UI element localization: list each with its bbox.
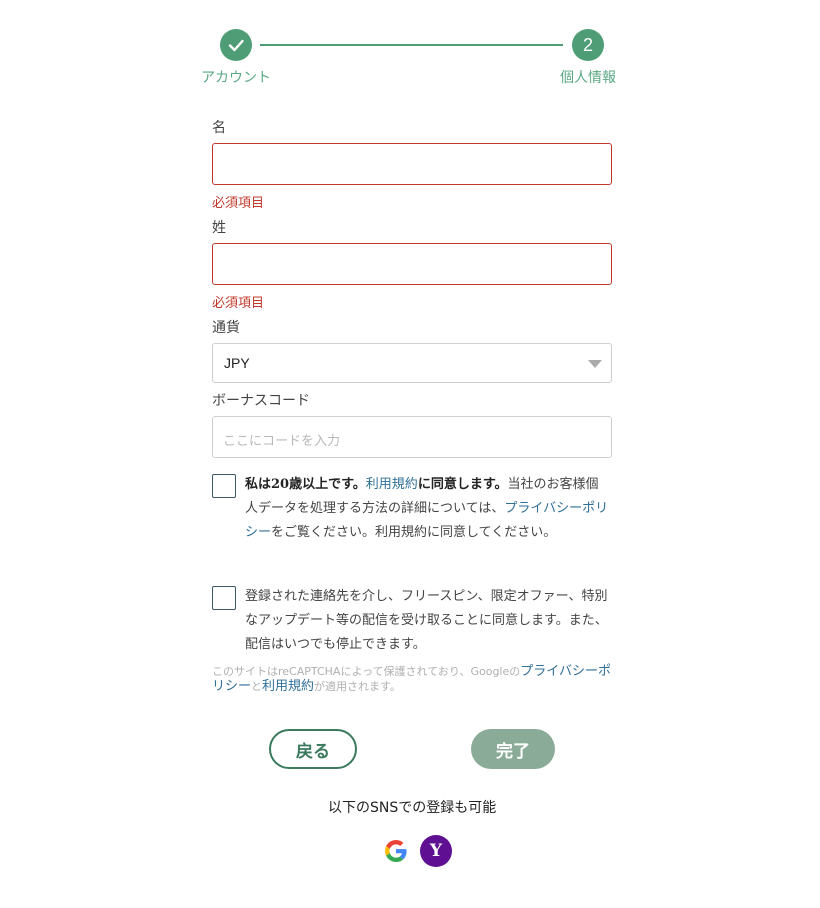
marketing-consent-checkbox[interactable] [212, 586, 236, 610]
age-terms-text: 私は20歳以上です。利用規約に同意します。当社のお客様個人データを処理する方法の… [245, 473, 609, 545]
recaptcha-text-2: と [251, 680, 263, 693]
yahoo-icon[interactable]: Y [420, 835, 452, 867]
first-name-label: 名 [212, 120, 226, 136]
step-2-number: 2 [572, 29, 604, 61]
complete-button[interactable]: 完了 [471, 729, 555, 769]
first-name-error: 必須項目 [212, 196, 265, 211]
step-1-complete-badge [220, 29, 252, 61]
marketing-consent-text: 登録された連絡先を介し、フリースピン、限定オファー、特別なアップデート等の配信を… [245, 589, 608, 652]
bonus-code-input[interactable]: ここにコードを入力 [212, 416, 612, 458]
google-icon [385, 840, 407, 862]
last-name-label: 姓 [212, 220, 226, 236]
recaptcha-notice: このサイトはreCAPTCHAによって保護されており、Googleのプライバシー… [212, 664, 612, 694]
currency-selected-value: JPY [224, 355, 250, 371]
age-terms-checkbox[interactable] [212, 474, 236, 498]
recaptcha-text-1: このサイトはreCAPTCHAによって保護されており、Googleの [212, 665, 521, 678]
step-progress-line [260, 44, 563, 46]
last-name-error: 必須項目 [212, 296, 265, 311]
terms-link[interactable]: 利用規約 [366, 477, 418, 492]
google-terms-link[interactable]: 利用規約 [262, 679, 314, 694]
last-name-input[interactable] [212, 243, 612, 285]
sns-signup-label: 以下のSNSでの登録も可能 [328, 800, 497, 816]
currency-select[interactable]: JPY [212, 343, 612, 383]
first-name-input[interactable] [212, 143, 612, 185]
checkmark-icon [228, 39, 244, 52]
bonus-code-label: ボーナスコード [212, 393, 310, 409]
agree-text: に同意します。 [417, 477, 508, 492]
google-signup-button[interactable] [385, 840, 407, 866]
bonus-code-placeholder: ここにコードを入力 [223, 434, 341, 449]
age-terms-closing-text: をご覧ください。利用規約に同意してください。 [271, 525, 557, 540]
chevron-down-icon [588, 360, 602, 368]
step-1-label: アカウント [201, 70, 271, 86]
back-button[interactable]: 戻る [269, 729, 357, 769]
step-2-label: 個人情報 [560, 70, 616, 86]
currency-label: 通貨 [212, 320, 240, 336]
recaptcha-text-3: が適用されます。 [314, 680, 401, 693]
age-statement: 私は20歳以上です。 [245, 477, 366, 492]
